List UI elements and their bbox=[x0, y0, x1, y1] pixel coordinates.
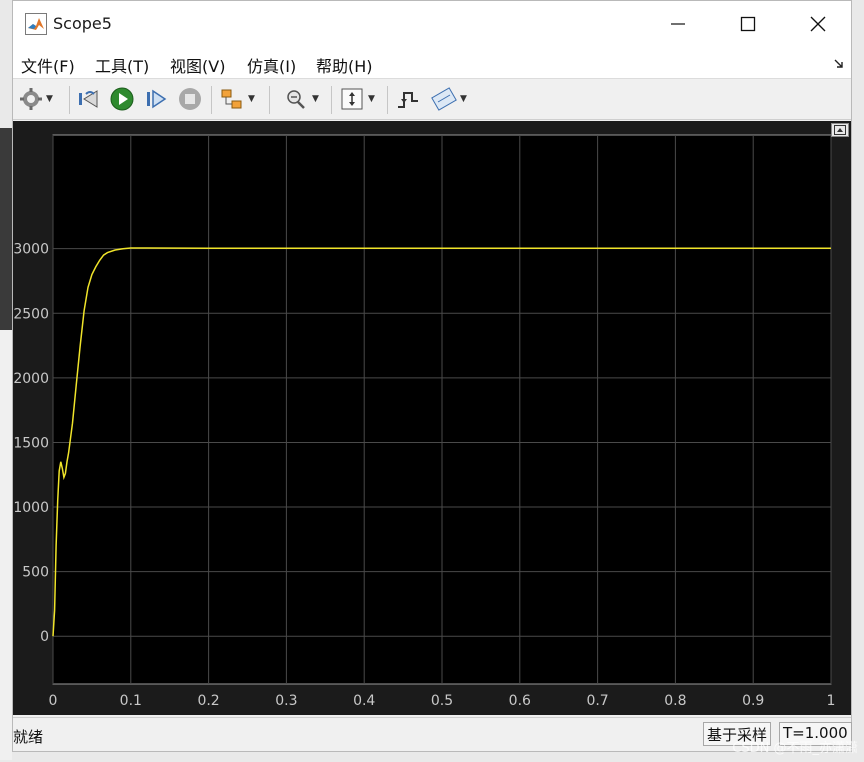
minimize-button[interactable] bbox=[643, 1, 713, 47]
step-forward-button[interactable] bbox=[143, 86, 169, 112]
menu-file[interactable]: 文件(F) bbox=[21, 53, 75, 77]
close-button[interactable] bbox=[783, 1, 853, 47]
toolbar-separator bbox=[387, 86, 388, 114]
y-tick-label: 2500 bbox=[13, 306, 49, 322]
dropdown-arrow-icon[interactable]: ▼ bbox=[460, 94, 467, 104]
matlab-icon bbox=[25, 13, 47, 35]
x-tick-label: 0.4 bbox=[353, 693, 375, 709]
menu-tools[interactable]: 工具(T) bbox=[95, 53, 149, 77]
y-tick-label: 500 bbox=[22, 565, 49, 581]
measure-icon bbox=[431, 87, 457, 111]
dropdown-arrow-icon[interactable]: ▼ bbox=[46, 94, 53, 104]
run-icon bbox=[110, 87, 134, 111]
toolbar: ▼ ▼ ▼ ▼ ▼ bbox=[13, 80, 851, 120]
y-tick-label: 2000 bbox=[13, 371, 49, 387]
dropdown-arrow-icon[interactable]: ▼ bbox=[312, 94, 319, 104]
x-tick-label: 0.3 bbox=[275, 693, 297, 709]
stop-icon bbox=[179, 88, 201, 110]
y-tick-label: 1000 bbox=[13, 500, 49, 516]
window-title: Scope5 bbox=[53, 14, 112, 33]
step-forward-icon bbox=[147, 89, 167, 109]
x-tick-label: 0.5 bbox=[431, 693, 453, 709]
watermark: CSDN @不雨_亦潇潇 bbox=[732, 741, 858, 756]
dropdown-arrow-icon[interactable]: ▼ bbox=[248, 94, 255, 104]
menu-view[interactable]: 视图(V) bbox=[170, 53, 225, 77]
restore-icon bbox=[834, 125, 846, 135]
settings-button[interactable]: ▼ bbox=[19, 86, 53, 112]
chart[interactable]: 0 0.1 0.2 0.3 0.4 0.5 0.6 0.7 0.8 0.9 1 0 500 1000 150… bbox=[13, 121, 851, 715]
trigger-button[interactable] bbox=[395, 86, 421, 112]
x-tick-label: 0.2 bbox=[197, 693, 219, 709]
measure-button[interactable]: ▼ bbox=[431, 86, 467, 112]
maximize-icon bbox=[740, 16, 756, 32]
x-tick-label: 0.7 bbox=[586, 693, 608, 709]
dropdown-arrow-icon[interactable]: ▼ bbox=[368, 94, 375, 104]
x-tick-label: 0.1 bbox=[120, 693, 142, 709]
y-tick-label: 3000 bbox=[13, 242, 49, 258]
toolbar-separator bbox=[69, 86, 70, 114]
y-tick-label: 1500 bbox=[13, 435, 49, 451]
menu-help[interactable]: 帮助(H) bbox=[316, 53, 373, 77]
stop-button[interactable] bbox=[177, 86, 203, 112]
background-window-edge-light bbox=[0, 330, 12, 760]
toolbar-separator bbox=[331, 86, 332, 114]
x-tick-label: 0.6 bbox=[509, 693, 531, 709]
x-tick-label: 1 bbox=[827, 693, 836, 709]
dock-arrow-icon[interactable] bbox=[833, 57, 845, 69]
maximize-button[interactable] bbox=[713, 1, 783, 47]
highlight-block-button[interactable]: ▼ bbox=[219, 86, 255, 112]
scope-display[interactable]: 0 0.1 0.2 0.3 0.4 0.5 0.6 0.7 0.8 0.9 1 0 500 1000 150… bbox=[13, 121, 851, 715]
zoom-button[interactable]: ▼ bbox=[283, 86, 319, 112]
y-tick-label: 0 bbox=[40, 629, 49, 645]
x-tick-label: 0 bbox=[49, 693, 58, 709]
highlight-block-icon bbox=[221, 89, 242, 109]
toolbar-separator bbox=[211, 86, 212, 114]
status-bar: 就绪 基于采样 T=1.000 bbox=[13, 717, 852, 751]
close-icon bbox=[810, 16, 826, 32]
minimize-icon bbox=[671, 23, 685, 25]
title-bar[interactable]: Scope5 bbox=[13, 1, 851, 47]
x-tick-label: 0.9 bbox=[742, 693, 764, 709]
autoscale-button[interactable]: ▼ bbox=[339, 86, 375, 112]
step-back-button[interactable] bbox=[77, 86, 103, 112]
zoom-icon bbox=[287, 90, 305, 109]
trigger-icon bbox=[398, 92, 418, 108]
menu-bar: 文件(F) 工具(T) 视图(V) 仿真(I) 帮助(H) bbox=[13, 47, 851, 79]
step-back-icon bbox=[79, 90, 98, 108]
status-state: 就绪 bbox=[13, 728, 44, 746]
menu-simulation[interactable]: 仿真(I) bbox=[247, 53, 296, 77]
run-button[interactable] bbox=[109, 86, 135, 112]
restore-button[interactable] bbox=[831, 123, 849, 137]
x-tick-label: 0.8 bbox=[664, 693, 686, 709]
toolbar-separator bbox=[269, 86, 270, 114]
autoscale-icon bbox=[341, 88, 363, 110]
settings-icon bbox=[20, 88, 42, 110]
scope-window: Scope5 文件(F) 工具(T) 视图(V) 仿真(I) 帮助(H) ▼ ▼… bbox=[12, 0, 852, 752]
